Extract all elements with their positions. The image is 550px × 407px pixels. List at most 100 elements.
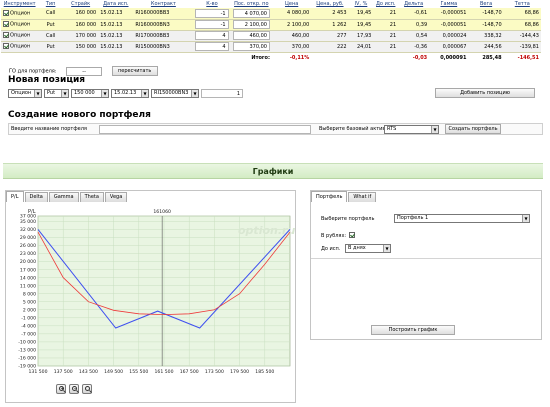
col-header[interactable]: Тип (38, 0, 63, 8)
row-checkbox[interactable] (3, 10, 9, 16)
tab-gamma[interactable]: Gamma (48, 192, 79, 202)
cell-iv: 17,93 (348, 30, 374, 42)
instrument-text: Опцион (10, 10, 31, 17)
cell-qty[interactable]: 4 (193, 41, 231, 53)
total-cell (311, 52, 349, 63)
table-row[interactable]: Опцион Put 160 000 15.02.13 RI160000BN3 -1 2 1… (1, 19, 541, 31)
y-tick-label: 29 000 (20, 235, 36, 241)
tab-delta[interactable]: Delta (24, 192, 48, 202)
cell-days: 21 (373, 19, 399, 31)
new-portfolio-row: Введите название портфеля Выберите базов… (8, 123, 543, 135)
total-cell (348, 52, 374, 63)
y-tick-label: -13 000 (18, 348, 36, 354)
cell-open[interactable]: 2 100,00 (230, 19, 272, 31)
cell-price: 460,00 (271, 30, 312, 42)
quantity-field[interactable]: 4 (195, 42, 229, 51)
y-tick-label: -10 000 (18, 340, 36, 346)
cell-type: Call (38, 30, 64, 42)
col-header[interactable]: Вега (468, 0, 503, 8)
table-row[interactable]: Опцион Call 170 000 15.02.13 RI170000BB3 4 460… (1, 30, 541, 42)
cell-open[interactable]: 460,00 (230, 30, 272, 42)
col-header[interactable]: Дата исп. (98, 0, 133, 8)
cell-qty[interactable]: -1 (193, 19, 231, 31)
cell-date: 15.02.13 (98, 19, 134, 31)
zoom-out-icon[interactable]: – (69, 384, 79, 394)
col-header[interactable]: Пос. откр. по (231, 0, 272, 8)
row-checkbox[interactable] (3, 43, 9, 50)
open-price-field[interactable]: 460,00 (232, 31, 270, 40)
col-header[interactable]: Страйк (63, 0, 98, 8)
new-position-title: Новая позиция (8, 75, 86, 85)
cell-qty[interactable]: 4 (193, 30, 231, 42)
contract-select[interactable]: RI150000BN3 ▼ (151, 89, 199, 98)
col-header[interactable]: IV, % (349, 0, 374, 8)
watermark: option.ru (238, 224, 295, 237)
tab-what-if[interactable]: What if (348, 192, 377, 202)
create-portfolio-button[interactable]: Создать портфель (445, 124, 501, 134)
cell-strike: 170 000 (63, 30, 99, 42)
col-header[interactable]: К-во (193, 0, 230, 8)
base-asset-select[interactable]: RTS ▼ (384, 125, 439, 134)
col-header[interactable]: Гамма (429, 0, 468, 8)
open-price-field[interactable]: 370,00 (232, 42, 270, 51)
tab-portfolio[interactable]: Портфель (311, 191, 348, 202)
y-tick-label: 35 000 (20, 219, 36, 225)
settings-tabs: Портфель What if (311, 191, 377, 203)
cell-theta: -139,81 (503, 41, 541, 53)
instrument-select[interactable]: Опцион ▼ (8, 89, 42, 98)
tab-vega[interactable]: Vega (104, 192, 128, 202)
total-cell: -0,11% (271, 52, 312, 63)
portfolio-name-input[interactable] (99, 125, 311, 134)
cell-date: 15.02.13 (98, 30, 134, 42)
col-header[interactable]: Дельта (398, 0, 429, 8)
expiry-units-select[interactable]: В днях ▼ (345, 244, 391, 253)
expiry-label: До исп. (321, 246, 341, 252)
rubles-checkbox[interactable] (349, 232, 355, 238)
col-header[interactable]: Цена (272, 0, 311, 8)
cell-date: 15.02.13 (98, 41, 134, 53)
open-price-field[interactable]: 2 100,00 (232, 20, 270, 29)
date-select[interactable]: 15.02.13 ▼ (111, 89, 149, 98)
y-tick-label: 23 000 (20, 251, 36, 257)
col-header[interactable]: Инструмент (1, 0, 38, 8)
chart-panel: P/L Delta Gamma Theta Vega 37 000 35 000 3… (5, 190, 296, 403)
portfolio-select[interactable]: Портфель 1 ▼ (394, 214, 530, 223)
row-checkbox[interactable] (3, 21, 9, 28)
tab-theta[interactable]: Theta (79, 192, 104, 202)
table-row[interactable]: Опцион Put 150 000 15.02.13 RI150000BN3 4 370,… (1, 41, 541, 53)
chevron-down-icon: ▼ (101, 90, 108, 97)
col-header[interactable]: Тетта (504, 0, 541, 8)
open-price-field[interactable]: 4 070,00 (232, 8, 270, 18)
zoom-in-icon[interactable]: + (56, 384, 66, 394)
quantity-input[interactable]: 1 (201, 89, 243, 98)
row-checkbox[interactable] (3, 32, 9, 39)
totals-row: Итого: -0,11% -0,03 0,000091 285,48 -146,51 (1, 52, 541, 63)
type-select[interactable]: Put ▼ (44, 89, 69, 98)
build-chart-button[interactable]: Построить график (371, 325, 455, 335)
pl-chart[interactable]: 37 00035 00032 00029 00026 00023 00020 0… (6, 204, 295, 382)
cell-vega: -148,70 (468, 8, 504, 20)
cell-gamma: 0,000024 (429, 30, 469, 42)
col-header[interactable]: Контракт (133, 0, 193, 8)
x-tick-label: 143 500 (79, 369, 98, 375)
handle (63, 390, 66, 393)
cell-days: 21 (373, 41, 399, 53)
divider (311, 258, 541, 259)
table-row[interactable]: Опцион Call 160 000 15.02.13 RI160000BB3 -1 4 … (1, 8, 541, 20)
tab-pl[interactable]: P/L (6, 191, 24, 202)
zoom-reset-icon[interactable] (82, 384, 92, 394)
quantity-field[interactable]: -1 (195, 20, 229, 29)
cell-days: 21 (373, 8, 399, 20)
cell-iv: 19,45 (348, 8, 374, 20)
cell-qty[interactable]: -1 (193, 8, 231, 20)
cell-open[interactable]: 4 070,00 (230, 8, 272, 20)
strike-select[interactable]: 150 000 ▼ (71, 89, 109, 98)
total-cell: 285,48 (468, 52, 504, 63)
quantity-field[interactable]: 4 (195, 31, 229, 40)
add-position-button[interactable]: Добавить позицию (435, 88, 535, 98)
cell-open[interactable]: 370,00 (230, 41, 272, 53)
recalculate-button[interactable]: пересчитать (111, 66, 158, 76)
quantity-field[interactable]: -1 (195, 8, 229, 18)
col-header[interactable]: До исп. (373, 0, 398, 8)
col-header[interactable]: Цена, руб. (311, 0, 348, 8)
